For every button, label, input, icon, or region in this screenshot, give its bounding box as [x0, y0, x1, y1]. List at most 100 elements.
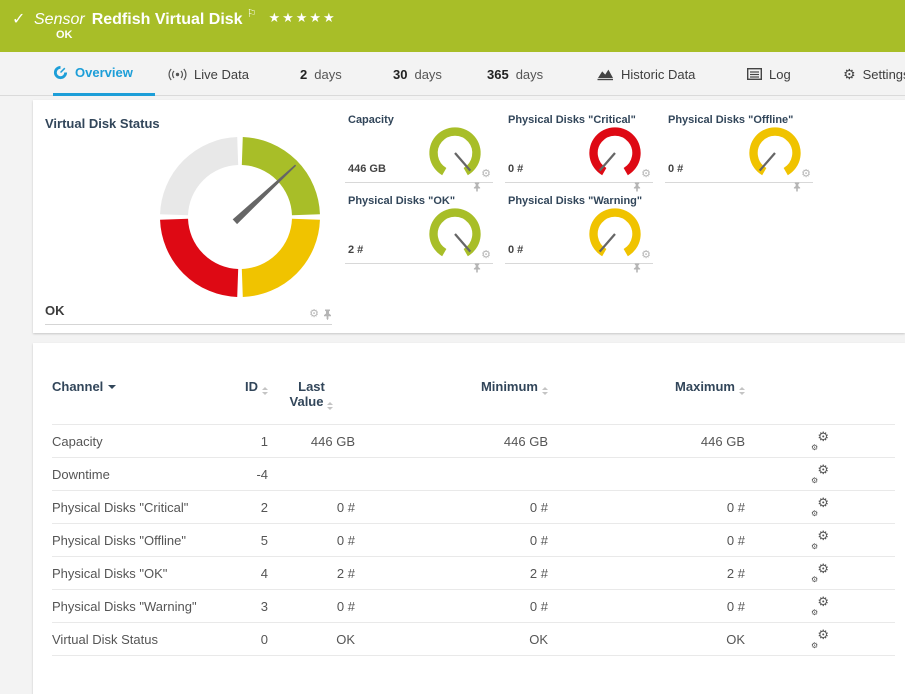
table-row[interactable]: Virtual Disk Status 0 OK OK OK ⚙⚙: [52, 623, 895, 656]
pin-icon[interactable]: [633, 182, 641, 192]
flag-icon[interactable]: ⚐: [247, 8, 257, 20]
tab-label: days: [516, 67, 543, 82]
channel-maximum-cell: 0 #: [548, 491, 745, 524]
channel-minimum-cell: [355, 458, 548, 491]
tab-label: Settings: [863, 67, 905, 82]
channel-actions-cell: ⚙⚙: [745, 623, 895, 656]
tab-historic-data[interactable]: Historic Data: [597, 52, 695, 96]
tab-label: days: [314, 67, 341, 82]
table-row[interactable]: Physical Disks "OK" 4 2 # 2 # 2 # ⚙⚙: [52, 557, 895, 590]
table-row[interactable]: Capacity 1 446 GB 446 GB 446 GB ⚙⚙: [52, 425, 895, 458]
gauge-cell-physical-disks-offline: Physical Disks "Offline" 0 # ⚙: [665, 112, 813, 183]
gauge-value: 446 GB: [348, 163, 386, 175]
channel-last-value-cell: 0 #: [268, 590, 355, 623]
tab-log[interactable]: Log: [747, 52, 791, 96]
channel-name-cell: Physical Disks "Critical": [52, 491, 215, 524]
sensor-overview-page: ✓ SensorRedfish Virtual Disk⚐★★★★★ OK Ov…: [0, 0, 905, 694]
channel-actions-cell: ⚙⚙: [745, 458, 895, 491]
sensor-status-badge: OK: [56, 29, 73, 41]
gauge-settings-gear-icon[interactable]: ⚙: [801, 169, 811, 180]
priority-stars[interactable]: ★★★★★: [268, 10, 336, 25]
gauge-value: 0 #: [508, 244, 523, 256]
virtual-disk-status-gauge: Virtual Disk Status OK ⚙: [42, 108, 335, 325]
channel-actions-cell: ⚙⚙: [745, 524, 895, 557]
gauge-settings-gear-icon[interactable]: ⚙: [481, 169, 491, 180]
tab-365-days[interactable]: 365 days: [487, 52, 543, 96]
gauge-icon: [53, 65, 68, 80]
tab-label: days: [414, 67, 441, 82]
channel-name-cell: Physical Disks "Warning": [52, 590, 215, 623]
tab-label: Historic Data: [621, 67, 695, 82]
channel-minimum-cell: 0 #: [355, 590, 548, 623]
channel-settings-icon[interactable]: ⚙⚙: [811, 630, 829, 646]
channel-actions-cell: ⚙⚙: [745, 557, 895, 590]
channel-name-cell: Downtime: [52, 458, 215, 491]
pin-icon[interactable]: [473, 263, 481, 273]
tab-settings[interactable]: ⚙ Settings: [843, 52, 905, 96]
gauge-settings-gear-icon[interactable]: ⚙: [309, 309, 319, 320]
log-icon: [747, 68, 762, 80]
channel-minimum-cell: 446 GB: [355, 425, 548, 458]
sort-desc-icon: [108, 385, 116, 389]
gauge-title: Virtual Disk Status: [45, 116, 160, 131]
sort-icon: [327, 402, 333, 410]
channel-name-cell: Physical Disks "OK": [52, 557, 215, 590]
pin-icon[interactable]: [473, 182, 481, 192]
column-header-minimum[interactable]: Minimum: [355, 373, 548, 425]
channel-maximum-cell: OK: [548, 623, 745, 656]
pin-icon[interactable]: [793, 182, 801, 192]
channel-settings-icon[interactable]: ⚙⚙: [811, 597, 829, 613]
tab-overview[interactable]: Overview: [53, 52, 155, 96]
tab-label: Log: [769, 67, 791, 82]
channel-settings-icon[interactable]: ⚙⚙: [811, 564, 829, 580]
gauges-panel: Virtual Disk Status OK ⚙ Capacity: [33, 100, 905, 333]
table-row[interactable]: Physical Disks "Offline" 5 0 # 0 # 0 # ⚙…: [52, 524, 895, 557]
sensor-title-line: SensorRedfish Virtual Disk⚐★★★★★: [34, 7, 337, 29]
tab-30-days[interactable]: 30 days: [393, 52, 442, 96]
table-row[interactable]: Physical Disks "Warning" 3 0 # 0 # 0 # ⚙…: [52, 590, 895, 623]
channel-name-cell: Virtual Disk Status: [52, 623, 215, 656]
tab-bar: Overview Live Data 2 days 30 days 365 da…: [0, 52, 905, 96]
column-header-last-value[interactable]: LastValue: [268, 373, 355, 425]
column-header-maximum[interactable]: Maximum: [548, 373, 745, 425]
gauge-settings-gear-icon[interactable]: ⚙: [641, 250, 651, 261]
channel-maximum-cell: 446 GB: [548, 425, 745, 458]
status-gauge-dial: [155, 132, 325, 302]
gauge-settings-gear-icon[interactable]: ⚙: [641, 169, 651, 180]
channel-last-value-cell: [268, 458, 355, 491]
channel-name-cell: Capacity: [52, 425, 215, 458]
sensor-kind-label: Sensor: [34, 11, 85, 28]
tab-live-data[interactable]: Live Data: [168, 52, 249, 96]
sort-icon: [262, 387, 268, 395]
broadcast-icon: [168, 68, 187, 81]
gauge-value: 2 #: [348, 244, 363, 256]
gauge-footer: OK ⚙: [45, 301, 332, 325]
table-row[interactable]: Downtime -4 ⚙⚙: [52, 458, 895, 491]
sort-icon: [739, 387, 745, 395]
channel-minimum-cell: 0 #: [355, 491, 548, 524]
channel-maximum-cell: 0 #: [548, 590, 745, 623]
channels-panel: Channel ID LastValue Minimum Maximum Cap…: [33, 343, 905, 694]
gauge-settings-gear-icon[interactable]: ⚙: [481, 250, 491, 261]
mini-gauge-dial: [427, 125, 483, 181]
mini-gauge-dial: [587, 125, 643, 181]
channel-settings-icon[interactable]: ⚙⚙: [811, 531, 829, 547]
channel-last-value-cell: OK: [268, 623, 355, 656]
channel-settings-icon[interactable]: ⚙⚙: [811, 432, 829, 448]
channel-last-value-cell: 0 #: [268, 524, 355, 557]
gauge-status-text: OK: [45, 303, 65, 318]
pin-icon[interactable]: [323, 309, 332, 320]
pin-icon[interactable]: [633, 263, 641, 273]
channel-id-cell: 0: [215, 623, 268, 656]
tab-2-days[interactable]: 2 days: [300, 52, 342, 96]
column-header-channel[interactable]: Channel: [52, 373, 215, 425]
table-row[interactable]: Physical Disks "Critical" 2 0 # 0 # 0 # …: [52, 491, 895, 524]
tab-label: Overview: [75, 65, 133, 80]
column-header-id[interactable]: ID: [215, 373, 268, 425]
channel-settings-icon[interactable]: ⚙⚙: [811, 465, 829, 481]
channel-maximum-cell: [548, 458, 745, 491]
mini-gauge-dial: [427, 206, 483, 262]
channel-id-cell: 5: [215, 524, 268, 557]
channel-settings-icon[interactable]: ⚙⚙: [811, 498, 829, 514]
gauge-cell-physical-disks-ok: Physical Disks "OK" 2 # ⚙: [345, 193, 493, 264]
